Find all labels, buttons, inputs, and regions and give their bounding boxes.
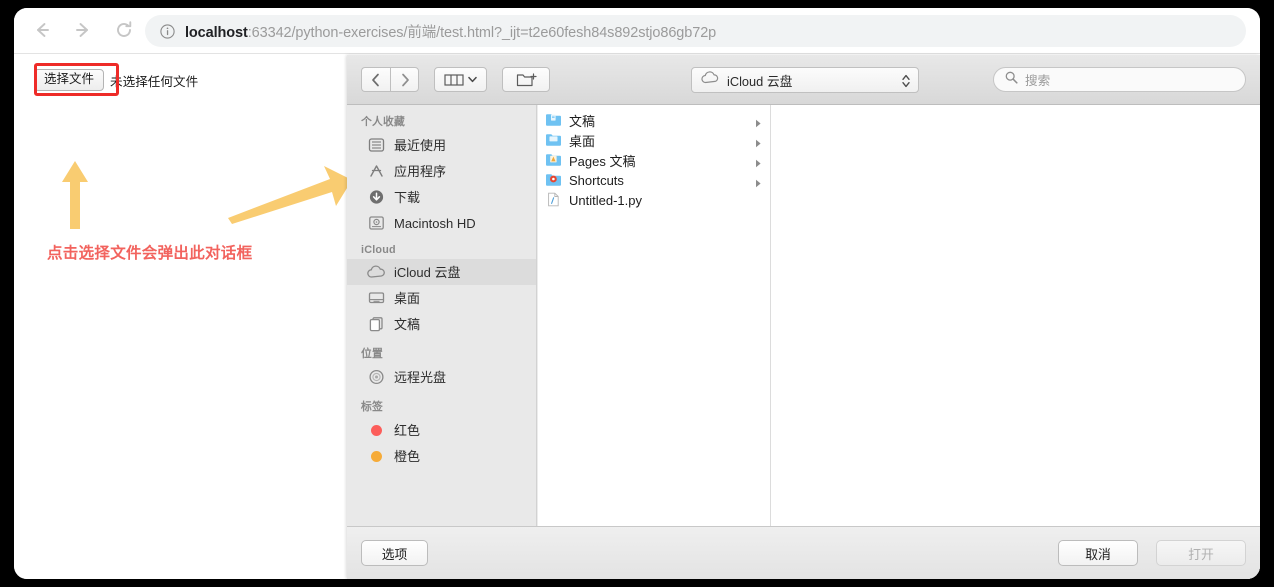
recents-icon [367,136,386,154]
dialog-sidebar: 个人收藏 最近使用 应用程序 下载 Macintosh HD iCloud iC… [347,105,537,526]
sidebar-section-header: 标签 [361,401,383,413]
file-name: 文稿 [569,113,596,129]
sidebar-item-downloads[interactable]: 下载 [347,184,536,210]
file-column-1: 文稿 桌面 Pages 文稿 Shortcuts Untitled-1.py [538,105,771,526]
url-host: localhost [185,24,248,41]
annotation-text: 点击选择文件会弹出此对话框 [47,245,253,262]
file-python-icon [545,192,562,209]
harddisk-icon [367,214,386,232]
folder-desktop-icon [545,132,562,149]
remote-disc-icon [367,368,386,386]
browser-toolbar: localhost:63342/python-exercises/前端/test… [14,8,1260,54]
tag-dot-icon [367,447,386,465]
info-circle-icon[interactable] [159,23,176,40]
sidebar-item-label: 文稿 [394,316,421,332]
view-mode-button[interactable] [434,67,487,92]
address-bar-url: localhost:63342/python-exercises/前端/test… [185,21,716,42]
sidebar-item-label: 橙色 [394,448,421,464]
path-popup-button[interactable]: iCloud 云盘 [691,67,919,93]
sidebar-item-label: Macintosh HD [394,215,476,231]
sidebar-item-desktop[interactable]: 桌面 [347,285,536,311]
sidebar-item-macintosh-hd[interactable]: Macintosh HD [347,210,536,236]
sidebar-item-icloud-drive[interactable]: iCloud 云盘 [347,259,536,285]
browser-window: localhost:63342/python-exercises/前端/test… [14,8,1260,579]
list-item[interactable]: Untitled-1.py [538,190,770,210]
dialog-back-button[interactable] [361,67,390,92]
sidebar-item-label: 最近使用 [394,137,447,153]
folder-pages-icon [545,152,562,169]
sidebar-item-label: 下载 [394,189,421,205]
folder-shortcuts-icon [545,172,562,189]
sidebar-item-label: 桌面 [394,290,421,306]
file-name: Pages 文稿 [569,153,636,169]
back-arrow-icon[interactable] [30,17,54,43]
forward-arrow-icon[interactable] [71,17,95,43]
disclosure-arrow-icon[interactable] [755,176,762,191]
sidebar-item-recents[interactable]: 最近使用 [347,132,536,158]
search-placeholder: 搜索 [1025,74,1051,88]
dialog-bottom-bar: 选项 取消 打开 [347,526,1260,579]
documents-icon [367,315,386,333]
sidebar-item-label: 红色 [394,422,421,438]
list-item[interactable]: Shortcuts [538,170,770,190]
chevron-down-icon [468,76,477,83]
desktop-icon [367,289,386,307]
disclosure-arrow-icon[interactable] [755,116,762,131]
arrow-up-annotation [58,159,92,236]
sidebar-section-header: iCloud [361,244,396,256]
sidebar-section-header: 位置 [361,348,383,360]
file-input-row: 选择文件 未选择任何文件 [34,69,198,91]
sidebar-item-remote-disc[interactable]: 远程光盘 [347,364,536,390]
open-button[interactable]: 打开 [1156,540,1246,566]
new-folder-button[interactable] [502,67,550,92]
options-button[interactable]: 选项 [361,540,428,566]
reload-icon[interactable] [112,17,136,43]
sidebar-section-header: 个人收藏 [361,116,405,128]
file-name: Untitled-1.py [569,192,642,208]
list-item[interactable]: 文稿 [538,110,770,130]
choose-file-button[interactable]: 选择文件 [34,69,105,91]
disclosure-arrow-icon[interactable] [755,156,762,171]
folder-documents-icon [545,112,562,129]
file-browser-columns: 文稿 桌面 Pages 文稿 Shortcuts Untitled-1.py [538,105,1260,526]
cancel-button[interactable]: 取消 [1058,540,1138,566]
path-stepper-icon [901,73,911,94]
path-popup-label: iCloud 云盘 [727,73,793,89]
list-item[interactable]: 桌面 [538,130,770,150]
sidebar-item-applications[interactable]: 应用程序 [347,158,536,184]
sidebar-item-tag-orange[interactable]: 橙色 [347,443,536,469]
search-input[interactable]: 搜索 [993,67,1246,92]
sidebar-item-label: 远程光盘 [394,369,447,385]
search-icon [1005,71,1018,89]
disclosure-arrow-icon[interactable] [755,136,762,151]
sidebar-item-documents[interactable]: 文稿 [347,311,536,337]
sidebar-item-label: 应用程序 [394,163,447,179]
browser-nav-buttons [30,17,136,43]
file-name: Shortcuts [569,172,624,188]
sidebar-item-label: iCloud 云盘 [394,264,461,280]
address-bar[interactable]: localhost:63342/python-exercises/前端/test… [145,15,1246,47]
file-open-dialog: iCloud 云盘 搜索 个人收藏 最近使用 应用程序 下载 Macintosh… [347,55,1260,579]
arrow-right-annotation [224,162,356,229]
cloud-icon [367,263,386,281]
file-name: 桌面 [569,133,596,149]
tag-dot-icon [367,421,386,439]
page-content: 选择文件 未选择任何文件 点击选择文件会弹出此对话框 iCloud 云盘 搜索 … [14,54,1260,579]
no-file-selected-label: 未选择任何文件 [110,74,199,89]
applications-icon [367,162,386,180]
sidebar-item-tag-red[interactable]: 红色 [347,417,536,443]
dialog-forward-button[interactable] [390,67,419,92]
downloads-icon [367,188,386,206]
dialog-toolbar: iCloud 云盘 搜索 [347,55,1260,105]
url-path: :63342/python-exercises/前端/test.html?_ij… [247,24,717,41]
list-item[interactable]: Pages 文稿 [538,150,770,170]
cloud-icon [701,71,720,89]
